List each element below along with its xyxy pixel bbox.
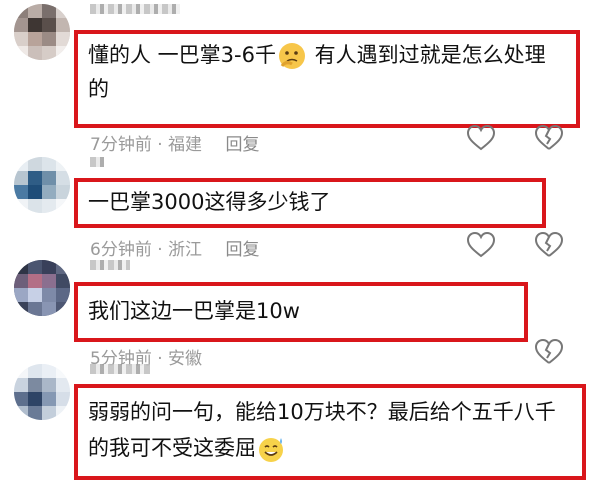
thinking-face-icon [278,43,305,69]
comment-2: 一巴掌3000这得多少钱了 6分钟前 · 浙江 回复 [0,155,600,260]
comment-text-box: 一巴掌3000这得多少钱了 [74,178,546,228]
comment-text: 弱弱的问一句，能给10万块不？最后给个五千八千的我可不受这委屈 [88,400,556,460]
comment-1: 懂的人 一巴掌3-6千 有人遇到过就是怎么处理的 7分钟前 · 福建 回复 [0,0,600,160]
username-blurred[interactable] [90,4,180,14]
dislike-broken-heart-icon[interactable] [534,231,564,259]
comment-time: 7分钟前 [90,135,152,155]
dislike-broken-heart-icon[interactable] [534,124,564,152]
comment-meta: 6分钟前 · 浙江 回复 [90,240,260,260]
username-blurred[interactable] [90,364,150,374]
like-heart-icon[interactable] [466,124,496,152]
reply-button[interactable]: 回复 [225,135,259,155]
avatar[interactable] [14,4,70,60]
comment-text: 一巴掌3000这得多少钱了 [88,190,331,214]
comment-text-box: 我们这边一巴掌是10w [74,282,528,342]
like-heart-icon[interactable] [466,231,496,259]
comment-text-part-1: 懂的人 一巴掌3-6千 [88,43,276,67]
reply-button[interactable]: 回复 [225,240,259,260]
username-blurred[interactable] [90,260,130,270]
comment-text-box: 弱弱的问一句，能给10万块不？最后给个五千八千的我可不受这委屈 [74,384,586,480]
comment-location: 浙江 [168,240,203,260]
comment-text: 我们这边一巴掌是10w [88,299,300,323]
comment-3: 我们这边一巴掌是10w 5分钟前 · 安徽 [0,258,600,369]
comment-location: 福建 [168,135,203,155]
sweat-smile-face-icon [259,438,283,462]
avatar[interactable] [14,364,70,420]
comment-meta: 7分钟前 · 福建 回复 [90,135,260,155]
username-blurred[interactable] [90,157,104,167]
comment-4: 弱弱的问一句，能给10万块不？最后给个五千八千的我可不受这委屈 [0,362,600,480]
comment-time: 6分钟前 [90,240,152,260]
avatar[interactable] [14,260,70,316]
comment-text-box: 懂的人 一巴掌3-6千 有人遇到过就是怎么处理的 [74,30,580,128]
avatar[interactable] [14,157,70,213]
